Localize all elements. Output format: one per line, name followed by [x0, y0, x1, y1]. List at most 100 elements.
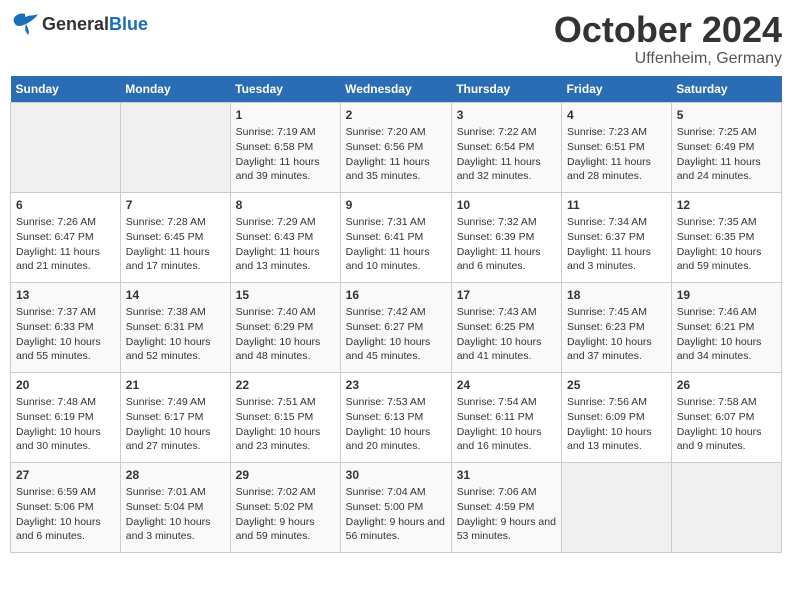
day-info: Sunrise: 7:29 AM — [236, 215, 335, 230]
calendar-cell: 11Sunrise: 7:34 AMSunset: 6:37 PMDayligh… — [562, 192, 672, 282]
column-header-sunday: Sunday — [11, 76, 121, 103]
day-info: Daylight: 11 hours and 17 minutes. — [126, 245, 225, 274]
day-number: 19 — [677, 287, 776, 304]
day-info: Daylight: 9 hours and 56 minutes. — [346, 515, 446, 544]
day-number: 18 — [567, 287, 666, 304]
day-number: 17 — [457, 287, 556, 304]
calendar-cell: 8Sunrise: 7:29 AMSunset: 6:43 PMDaylight… — [230, 192, 340, 282]
logo-general: General — [42, 14, 109, 34]
calendar-cell: 15Sunrise: 7:40 AMSunset: 6:29 PMDayligh… — [230, 282, 340, 372]
day-info: Sunrise: 7:43 AM — [457, 305, 556, 320]
calendar-cell — [562, 462, 672, 552]
day-info: Sunset: 6:09 PM — [567, 410, 666, 425]
day-number: 12 — [677, 197, 776, 214]
day-info: Daylight: 10 hours and 59 minutes. — [677, 245, 776, 274]
day-info: Sunrise: 7:58 AM — [677, 395, 776, 410]
calendar-cell: 16Sunrise: 7:42 AMSunset: 6:27 PMDayligh… — [340, 282, 451, 372]
day-info: Daylight: 10 hours and 3 minutes. — [126, 515, 225, 544]
day-info: Sunrise: 7:54 AM — [457, 395, 556, 410]
calendar-cell: 2Sunrise: 7:20 AMSunset: 6:56 PMDaylight… — [340, 102, 451, 192]
calendar-week-2: 6Sunrise: 7:26 AMSunset: 6:47 PM Daylight… — [11, 192, 782, 282]
day-info: Daylight: 10 hours and 55 minutes. — [16, 335, 115, 364]
day-info: Sunset: 6:07 PM — [677, 410, 776, 425]
calendar-week-4: 20Sunrise: 7:48 AMSunset: 6:19 PMDayligh… — [11, 372, 782, 462]
day-info: Sunrise: 7:35 AM — [677, 215, 776, 230]
day-info: Daylight: 11 hours and 28 minutes. — [567, 155, 666, 184]
day-info: Sunrise: 7:53 AM — [346, 395, 446, 410]
day-info: Sunrise: 7:22 AM — [457, 125, 556, 140]
day-number: 16 — [346, 287, 446, 304]
calendar-cell — [671, 462, 781, 552]
day-info: Daylight: 11 hours and 24 minutes. — [677, 155, 776, 184]
day-info: Sunset: 6:25 PM — [457, 320, 556, 335]
day-info: Sunset: 5:06 PM — [16, 500, 115, 515]
calendar-cell: 18Sunrise: 7:45 AMSunset: 6:23 PMDayligh… — [562, 282, 672, 372]
day-number: 11 — [567, 197, 666, 214]
day-info: Daylight: 11 hours and 3 minutes. — [567, 245, 666, 274]
day-info: Sunrise: 7:46 AM — [677, 305, 776, 320]
calendar-cell: 3Sunrise: 7:22 AMSunset: 6:54 PMDaylight… — [451, 102, 561, 192]
day-info: Sunrise: 7:34 AM — [567, 215, 666, 230]
calendar-cell: 27Sunrise: 6:59 AMSunset: 5:06 PMDayligh… — [11, 462, 121, 552]
day-number: 10 — [457, 197, 556, 214]
day-info: Sunset: 6:54 PM — [457, 140, 556, 155]
calendar-week-1: 1Sunrise: 7:19 AMSunset: 6:58 PMDaylight… — [11, 102, 782, 192]
column-header-tuesday: Tuesday — [230, 76, 340, 103]
calendar-table: SundayMondayTuesdayWednesdayThursdayFrid… — [10, 76, 782, 553]
day-info: Daylight: 11 hours and 13 minutes. — [236, 245, 335, 274]
day-info: Sunrise: 7:02 AM — [236, 485, 335, 500]
day-number: 31 — [457, 467, 556, 484]
day-info: Sunrise: 7:42 AM — [346, 305, 446, 320]
day-info: Sunset: 5:00 PM — [346, 500, 446, 515]
day-info: Sunset: 6:56 PM — [346, 140, 446, 155]
day-info: Daylight: 10 hours and 45 minutes. — [346, 335, 446, 364]
day-info: Sunrise: 7:45 AM — [567, 305, 666, 320]
day-info: Sunrise: 7:28 AM — [126, 215, 225, 230]
day-info: Daylight: 11 hours and 6 minutes. — [457, 245, 556, 274]
day-info: Daylight: 9 hours and 53 minutes. — [457, 515, 556, 544]
calendar-cell: 20Sunrise: 7:48 AMSunset: 6:19 PMDayligh… — [11, 372, 121, 462]
day-info: Sunset: 6:11 PM — [457, 410, 556, 425]
day-info: Daylight: 10 hours and 48 minutes. — [236, 335, 335, 364]
day-number: 13 — [16, 287, 115, 304]
day-info: Sunset: 6:47 PM — [16, 230, 115, 245]
day-number: 7 — [126, 197, 225, 214]
calendar-cell: 5Sunrise: 7:25 AMSunset: 6:49 PMDaylight… — [671, 102, 781, 192]
day-info: Sunset: 6:19 PM — [16, 410, 115, 425]
day-number: 27 — [16, 467, 115, 484]
calendar-cell: 13Sunrise: 7:37 AMSunset: 6:33 PMDayligh… — [11, 282, 121, 372]
page-header: GeneralBlue October 2024 Uffenheim, Germ… — [10, 10, 782, 68]
day-info: Sunrise: 7:32 AM — [457, 215, 556, 230]
day-info: Sunset: 6:13 PM — [346, 410, 446, 425]
day-number: 6 — [16, 197, 115, 214]
day-info: Daylight: 10 hours and 6 minutes. — [16, 515, 115, 544]
day-number: 25 — [567, 377, 666, 394]
day-info: Sunrise: 7:40 AM — [236, 305, 335, 320]
calendar-cell: 22Sunrise: 7:51 AMSunset: 6:15 PMDayligh… — [230, 372, 340, 462]
day-info: Daylight: 10 hours and 52 minutes. — [126, 335, 225, 364]
calendar-cell: 10Sunrise: 7:32 AMSunset: 6:39 PMDayligh… — [451, 192, 561, 282]
day-info: Sunset: 6:21 PM — [677, 320, 776, 335]
day-info: Sunset: 5:04 PM — [126, 500, 225, 515]
calendar-cell: 9Sunrise: 7:31 AMSunset: 6:41 PMDaylight… — [340, 192, 451, 282]
calendar-cell: 1Sunrise: 7:19 AMSunset: 6:58 PMDaylight… — [230, 102, 340, 192]
calendar-cell: 24Sunrise: 7:54 AMSunset: 6:11 PMDayligh… — [451, 372, 561, 462]
day-info: Sunrise: 7:48 AM — [16, 395, 115, 410]
calendar-cell: 29Sunrise: 7:02 AMSunset: 5:02 PMDayligh… — [230, 462, 340, 552]
calendar-cell — [11, 102, 121, 192]
day-info: Daylight: 11 hours and 10 minutes. — [346, 245, 446, 274]
day-number: 21 — [126, 377, 225, 394]
day-info: Sunrise: 7:26 AM — [16, 215, 115, 230]
day-info: Sunrise: 6:59 AM — [16, 485, 115, 500]
day-info: Sunset: 6:49 PM — [677, 140, 776, 155]
day-number: 15 — [236, 287, 335, 304]
day-info: Sunset: 6:39 PM — [457, 230, 556, 245]
calendar-cell — [120, 102, 230, 192]
calendar-week-3: 13Sunrise: 7:37 AMSunset: 6:33 PMDayligh… — [11, 282, 782, 372]
column-header-thursday: Thursday — [451, 76, 561, 103]
day-info: Sunrise: 7:06 AM — [457, 485, 556, 500]
calendar-cell: 31Sunrise: 7:06 AMSunset: 4:59 PMDayligh… — [451, 462, 561, 552]
day-info: Daylight: 10 hours and 23 minutes. — [236, 425, 335, 454]
day-number: 26 — [677, 377, 776, 394]
calendar-header-row: SundayMondayTuesdayWednesdayThursdayFrid… — [11, 76, 782, 103]
